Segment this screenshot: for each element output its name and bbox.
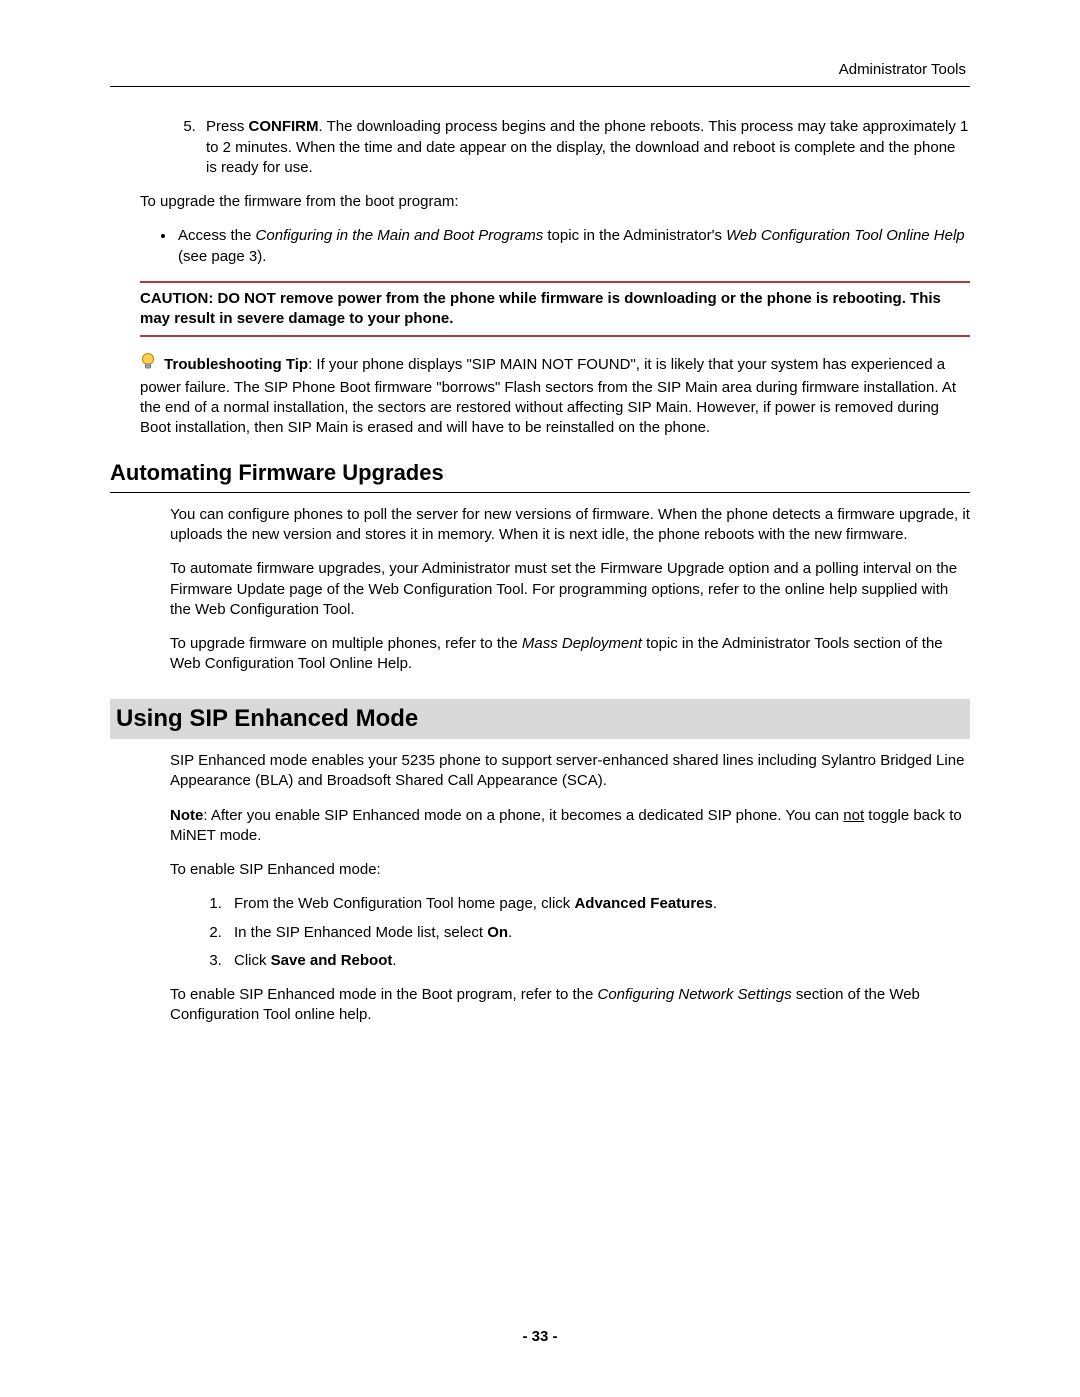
page-number: - 33 - — [0, 1327, 1080, 1347]
upgrade-boot-intro: To upgrade the firmware from the boot pr… — [140, 192, 970, 212]
access-bullet: Access the Configuring in the Main and B… — [176, 226, 970, 267]
auto-p1: You can configure phones to poll the ser… — [170, 505, 970, 546]
heading-sip-mode: Using SIP Enhanced Mode — [110, 699, 970, 739]
step-5-text: Press CONFIRM. The downloading process b… — [206, 118, 968, 176]
sip-step-3: Click Save and Reboot. — [226, 951, 970, 971]
heading-automating: Automating Firmware Upgrades — [110, 458, 970, 488]
header-divider — [110, 86, 970, 87]
step-5: Press CONFIRM. The downloading process b… — [200, 117, 970, 178]
heading-divider — [110, 492, 970, 493]
caution-box: CAUTION: DO NOT remove power from the ph… — [140, 281, 970, 338]
body-column: Press CONFIRM. The downloading process b… — [170, 117, 970, 1025]
auto-p2: To automate firmware upgrades, your Admi… — [170, 559, 970, 620]
document-page: Administrator Tools Press CONFIRM. The d… — [0, 0, 1080, 1397]
sip-note: Note: After you enable SIP Enhanced mode… — [170, 806, 970, 847]
page-header: Administrator Tools — [110, 60, 970, 80]
access-bullets: Access the Configuring in the Main and B… — [140, 226, 970, 267]
step-list: Press CONFIRM. The downloading process b… — [170, 117, 970, 178]
sip-p1: SIP Enhanced mode enables your 5235 phon… — [170, 751, 970, 792]
sip-steps: From the Web Configuration Tool home pag… — [170, 894, 970, 971]
sip-step-2: In the SIP Enhanced Mode list, select On… — [226, 923, 970, 943]
auto-p3: To upgrade firmware on multiple phones, … — [170, 634, 970, 675]
sip-step-1: From the Web Configuration Tool home pag… — [226, 894, 970, 914]
sip-boot-ref: To enable SIP Enhanced mode in the Boot … — [170, 985, 970, 1026]
troubleshooting-tip: Troubleshooting Tip: If your phone displ… — [140, 353, 970, 438]
sip-enable-intro: To enable SIP Enhanced mode: — [170, 860, 970, 880]
lightbulb-icon — [140, 353, 156, 377]
